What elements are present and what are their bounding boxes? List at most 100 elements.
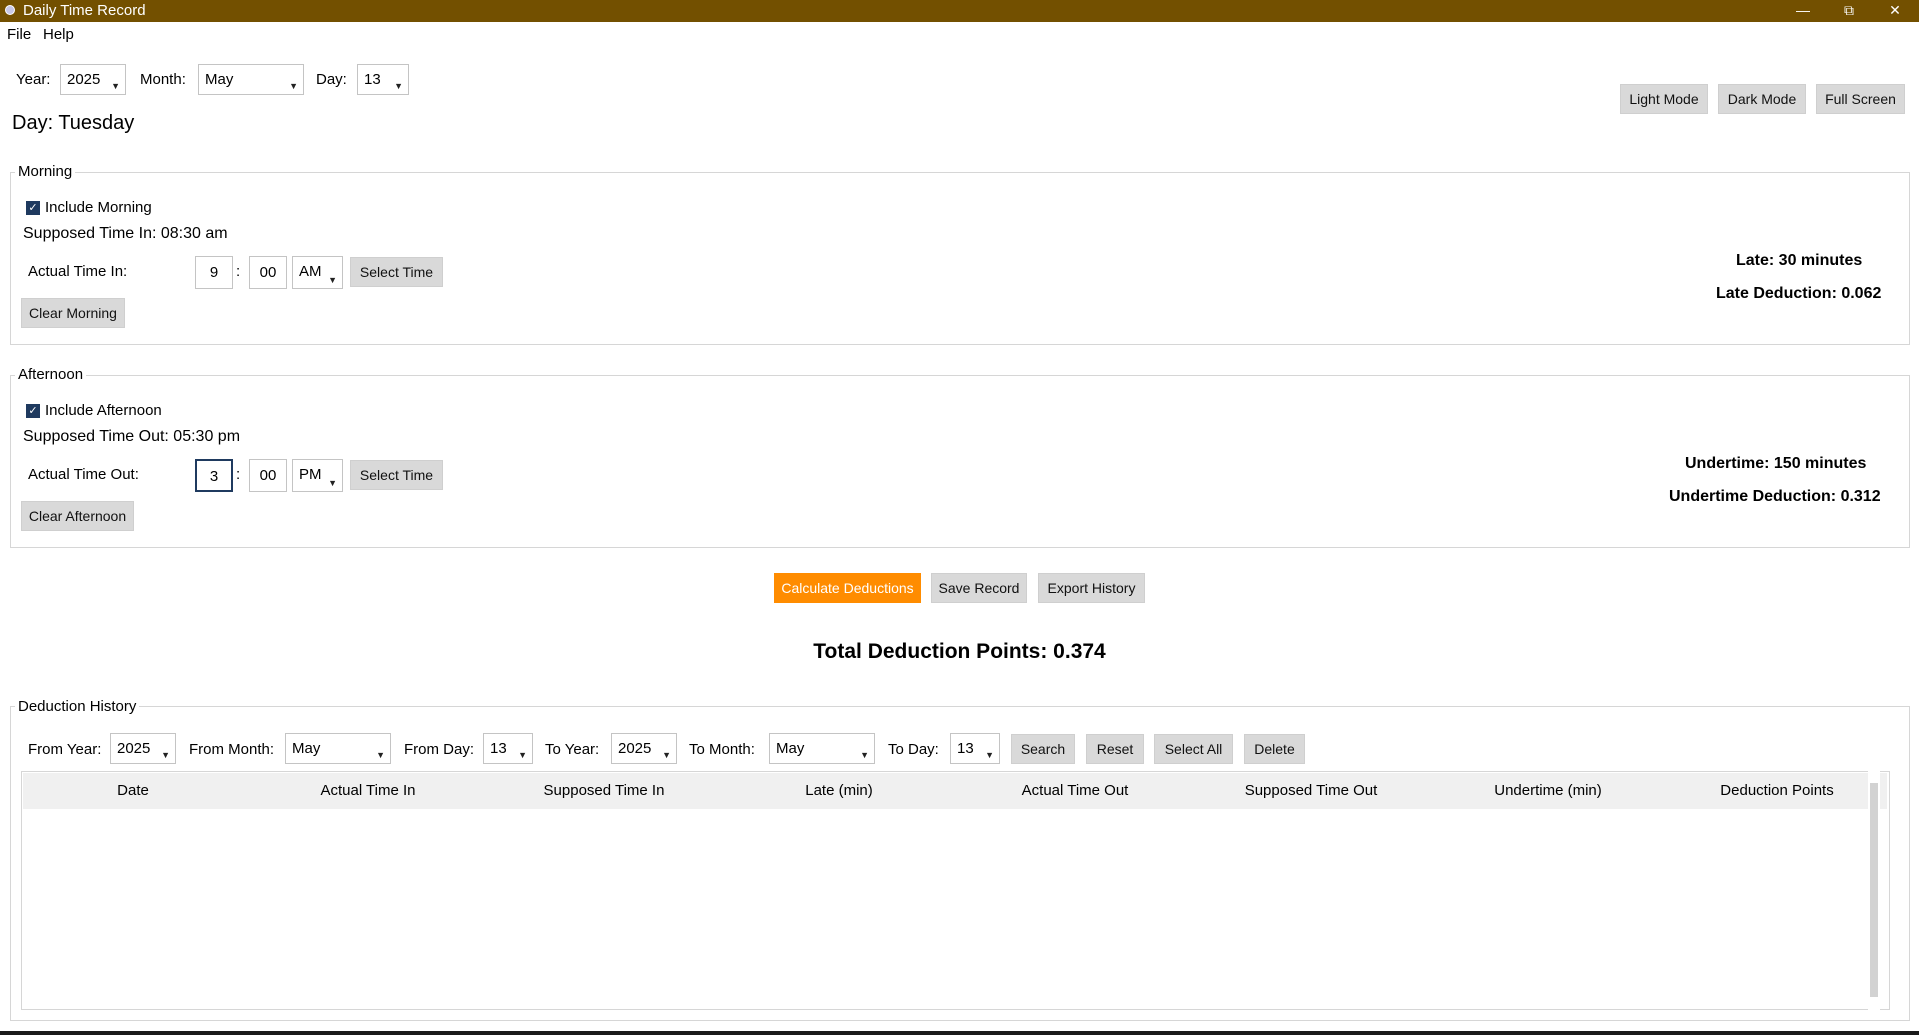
taskbar-edge: [0, 1031, 1919, 1035]
afternoon-hour-input[interactable]: 3: [195, 459, 233, 492]
month-select[interactable]: May ▼: [198, 64, 304, 95]
reset-button[interactable]: Reset: [1086, 734, 1144, 764]
column-header-supposed-time-out[interactable]: Supposed Time Out: [1201, 773, 1421, 809]
clear-morning-button[interactable]: Clear Morning: [21, 298, 125, 328]
from-year-select[interactable]: 2025 ▼: [110, 733, 176, 764]
column-header-date[interactable]: Date: [23, 773, 243, 809]
afternoon-legend: Afternoon: [15, 365, 87, 385]
minimize-button[interactable]: —: [1780, 0, 1826, 22]
day-select[interactable]: 13 ▼: [357, 64, 409, 95]
day-name: Day: Tuesday: [12, 112, 135, 134]
month-value: May: [205, 71, 234, 88]
afternoon-select-time-button[interactable]: Select Time: [350, 460, 443, 490]
actual-time-out-label: Actual Time Out:: [28, 466, 139, 483]
dark-mode-button[interactable]: Dark Mode: [1718, 84, 1806, 114]
year-label: Year:: [16, 71, 51, 88]
supposed-time-in: Supposed Time In: 08:30 am: [23, 225, 228, 242]
time-separator: :: [236, 263, 241, 280]
time-separator: :: [236, 466, 241, 483]
restore-button[interactable]: ⧉: [1826, 0, 1872, 22]
to-day-label: To Day:: [888, 741, 939, 758]
undertime-deduction: Undertime Deduction: 0.312: [1669, 488, 1881, 505]
history-legend: Deduction History: [15, 697, 140, 717]
select-all-button[interactable]: Select All: [1154, 734, 1233, 764]
from-day-select[interactable]: 13 ▼: [483, 733, 533, 764]
morning-legend: Morning: [15, 162, 76, 182]
month-label: Month:: [140, 71, 186, 88]
column-header-actual-time-out[interactable]: Actual Time Out: [965, 773, 1185, 809]
title-bar: Daily Time Record — ⧉ ✕: [0, 0, 1919, 22]
clear-afternoon-button[interactable]: Clear Afternoon: [21, 501, 134, 531]
actual-time-in-label: Actual Time In:: [28, 263, 128, 280]
save-record-button[interactable]: Save Record: [931, 573, 1027, 603]
menu-file[interactable]: File: [7, 25, 31, 45]
chevron-down-icon: ▼: [328, 275, 337, 285]
to-year-select[interactable]: 2025 ▼: [611, 733, 677, 764]
from-month-select[interactable]: May ▼: [285, 733, 391, 764]
chevron-down-icon: ▼: [328, 478, 337, 488]
menu-help[interactable]: Help: [43, 25, 74, 45]
chevron-down-icon: ▼: [662, 750, 671, 760]
morning-ampm-value: AM: [299, 263, 322, 280]
from-year-value: 2025: [117, 740, 151, 757]
to-day-select[interactable]: 13 ▼: [950, 733, 1000, 764]
late-minutes: Late: 30 minutes: [1736, 252, 1863, 269]
chevron-down-icon: ▼: [161, 750, 170, 760]
afternoon-ampm-value: PM: [299, 466, 322, 483]
scrollbar-thumb[interactable]: [1870, 783, 1878, 997]
from-year-label: From Year:: [28, 741, 102, 758]
from-day-label: From Day:: [404, 741, 475, 758]
afternoon-ampm-select[interactable]: PM ▼: [292, 459, 343, 492]
include-morning-label: Include Morning: [45, 199, 152, 216]
column-header-actual-time-in[interactable]: Actual Time In: [258, 773, 478, 809]
include-morning-checkbox[interactable]: ✓: [26, 201, 40, 215]
include-afternoon-checkbox[interactable]: ✓: [26, 404, 40, 418]
table-header: Date Actual Time In Supposed Time In Lat…: [23, 773, 1887, 809]
chevron-down-icon: ▼: [518, 750, 527, 760]
from-day-value: 13: [490, 740, 507, 757]
to-year-value: 2025: [618, 740, 652, 757]
light-mode-button[interactable]: Light Mode: [1620, 84, 1708, 114]
late-deduction: Late Deduction: 0.062: [1716, 285, 1882, 302]
include-afternoon-label: Include Afternoon: [45, 402, 162, 419]
undertime-minutes: Undertime: 150 minutes: [1685, 455, 1867, 472]
calculate-deductions-button[interactable]: Calculate Deductions: [774, 573, 921, 603]
day-label: Day:: [316, 71, 347, 88]
close-button[interactable]: ✕: [1872, 0, 1918, 22]
column-header-late[interactable]: Late (min): [729, 773, 949, 809]
from-month-value: May: [292, 740, 321, 757]
to-month-value: May: [776, 740, 805, 757]
app-icon: [5, 5, 15, 15]
from-month-label: From Month:: [189, 741, 275, 758]
search-button[interactable]: Search: [1011, 734, 1075, 764]
column-header-deduction-points[interactable]: Deduction Points: [1667, 773, 1887, 809]
morning-select-time-button[interactable]: Select Time: [350, 257, 443, 287]
export-history-button[interactable]: Export History: [1038, 573, 1145, 603]
year-value: 2025: [67, 71, 101, 88]
history-table[interactable]: Date Actual Time In Supposed Time In Lat…: [21, 771, 1890, 1010]
morning-minute-input[interactable]: 00: [249, 256, 287, 289]
morning-hour-input[interactable]: 9: [195, 256, 233, 289]
chevron-down-icon: ▼: [394, 81, 403, 91]
afternoon-minute-input[interactable]: 00: [249, 459, 287, 492]
full-screen-button[interactable]: Full Screen: [1816, 84, 1905, 114]
total-deduction-points: Total Deduction Points: 0.374: [813, 640, 1106, 663]
day-value: 13: [364, 71, 381, 88]
to-month-label: To Month:: [689, 741, 755, 758]
to-month-select[interactable]: May ▼: [769, 733, 875, 764]
morning-ampm-select[interactable]: AM ▼: [292, 256, 343, 289]
chevron-down-icon: ▼: [376, 750, 385, 760]
to-year-label: To Year:: [545, 741, 600, 758]
window-title: Daily Time Record: [23, 2, 146, 19]
column-header-supposed-time-in[interactable]: Supposed Time In: [494, 773, 714, 809]
chevron-down-icon: ▼: [289, 81, 298, 91]
year-select[interactable]: 2025 ▼: [60, 64, 126, 95]
column-header-undertime[interactable]: Undertime (min): [1438, 773, 1658, 809]
chevron-down-icon: ▼: [860, 750, 869, 760]
supposed-time-out: Supposed Time Out: 05:30 pm: [23, 428, 241, 445]
to-day-value: 13: [957, 740, 974, 757]
chevron-down-icon: ▼: [985, 750, 994, 760]
delete-button[interactable]: Delete: [1244, 734, 1305, 764]
table-scrollbar[interactable]: [1868, 771, 1880, 1010]
chevron-down-icon: ▼: [111, 81, 120, 91]
